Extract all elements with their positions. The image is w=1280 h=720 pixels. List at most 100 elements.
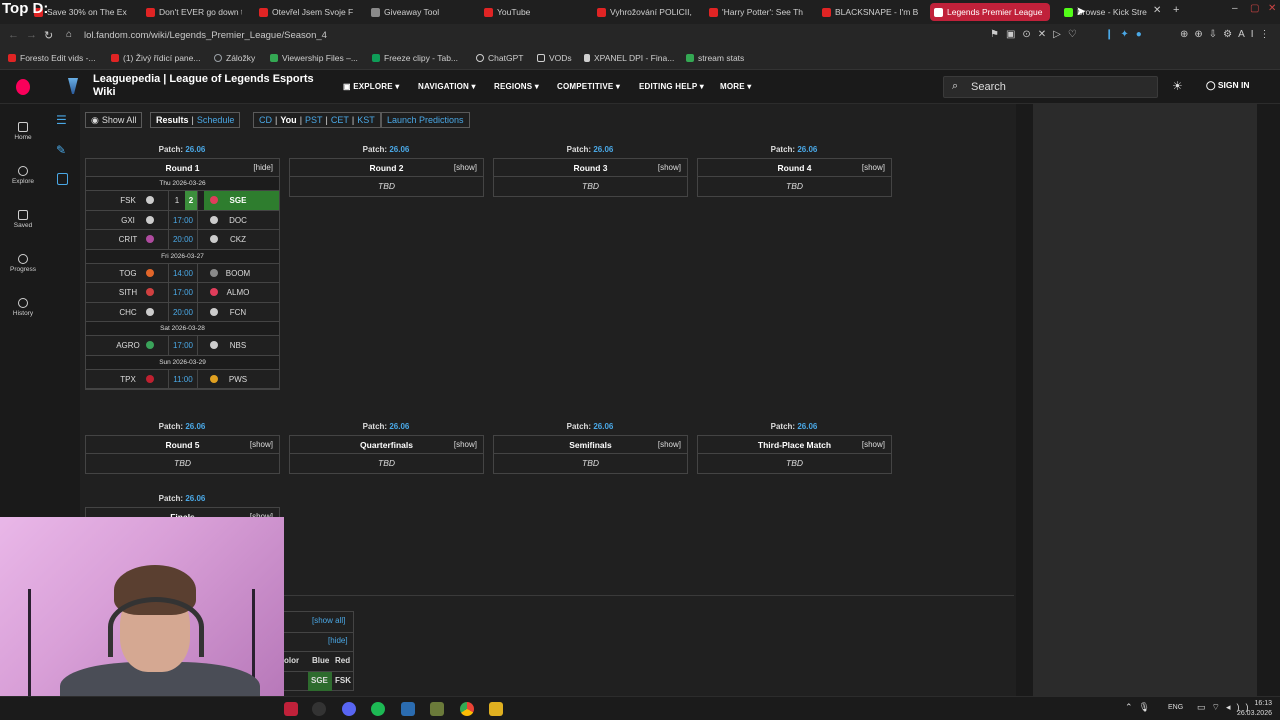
tz-cet[interactable]: CET	[331, 115, 349, 125]
tz-kst[interactable]: KST	[357, 115, 375, 125]
nav-explore[interactable]: ▣ EXPLORE ▾	[343, 82, 399, 91]
match-row[interactable]: GXI 17:00 DOC	[86, 210, 279, 230]
show-all-button[interactable]: ◉ Show All	[85, 112, 143, 128]
match-row[interactable]: CRIT 20:00 CKZ	[86, 230, 279, 250]
team-1[interactable]: CRIT	[106, 235, 150, 244]
new-tab-icon[interactable]: +	[1173, 4, 1179, 16]
forward-icon[interactable]: →	[26, 29, 37, 41]
show-toggle[interactable]: [show]	[454, 159, 477, 177]
tab[interactable]: BLACKSNAPE - I'm Bl	[818, 3, 918, 21]
tab[interactable]: Don't EVER go down t	[142, 3, 242, 21]
show-toggle[interactable]: [show]	[658, 159, 681, 177]
results-label[interactable]: Results	[156, 115, 189, 125]
tab[interactable]: 'Harry Potter': See Th	[705, 3, 805, 21]
rail-explore[interactable]: Explore	[0, 166, 46, 185]
hide-toggle[interactable]: [hide]	[328, 636, 348, 645]
team-1[interactable]: SITH	[106, 288, 150, 297]
bookmark[interactable]: stream stats	[686, 53, 744, 63]
sheets-icon[interactable]	[430, 702, 444, 716]
bookmark-page-icon[interactable]	[57, 173, 68, 185]
fandom-logo-icon[interactable]	[16, 79, 30, 95]
minimize-icon[interactable]: –	[1232, 3, 1238, 14]
team-2[interactable]: DOC	[218, 216, 258, 225]
close-icon[interactable]: ✕	[1153, 5, 1161, 16]
timezone-selector[interactable]: CD | You | PST | CET | KST	[253, 112, 381, 128]
nav-more[interactable]: MORE ▾	[720, 82, 751, 91]
nav-navigation[interactable]: NAVIGATION ▾	[418, 82, 476, 91]
team-1[interactable]: TOG	[106, 269, 150, 278]
team-1[interactable]: CHC	[106, 308, 150, 317]
hide-toggle[interactable]: [hide]	[253, 159, 273, 177]
bookmark[interactable]: Viewership Files –...	[270, 53, 358, 63]
match-row[interactable]: CHC 20:00 FCN	[86, 302, 279, 322]
site-title[interactable]: Leaguepedia | League of Legends Esports …	[93, 73, 333, 99]
team-1[interactable]: GXI	[106, 216, 150, 225]
site-info-icon[interactable]: ⌂	[66, 29, 72, 40]
reload-icon[interactable]: ↻	[44, 29, 53, 42]
url-field[interactable]: lol.fandom.com/wiki/Legends_Premier_Leag…	[84, 30, 327, 41]
match-row[interactable]: TPX 11:00 PWS	[86, 369, 279, 389]
bookmark[interactable]: Freeze clipy - Tab...	[372, 53, 458, 63]
sign-in-button[interactable]: ◯ SIGN IN	[1206, 80, 1250, 91]
folder-icon[interactable]	[401, 702, 415, 716]
chrome-icon[interactable]	[460, 702, 474, 716]
bookmark[interactable]: XPANEL DPI - Fina...	[584, 53, 674, 63]
schedule-label[interactable]: Schedule	[197, 115, 235, 125]
extensions-icon[interactable]: ⚑▣⊙✕▷♡	[990, 29, 1084, 40]
match-row[interactable]: AGRO 17:00 NBS	[86, 336, 279, 356]
nav-editing-help[interactable]: EDITING HELP ▾	[639, 82, 704, 91]
tz-cd[interactable]: CD	[259, 115, 272, 125]
window-close-icon[interactable]: ✕	[1268, 3, 1276, 14]
discord-icon[interactable]	[342, 702, 356, 716]
bookmark[interactable]: ChatGPT	[476, 53, 523, 63]
show-toggle[interactable]: [show]	[862, 159, 885, 177]
obs-icon[interactable]	[312, 702, 326, 716]
profile-icons[interactable]: ⊕⊕⇩⚙AI⋮	[1180, 29, 1276, 40]
team-2[interactable]: FCN	[218, 308, 258, 317]
show-toggle[interactable]: [show]	[658, 436, 681, 454]
language-indicator[interactable]: ENG	[1168, 704, 1183, 711]
rail-home[interactable]: Home	[0, 122, 46, 141]
tab[interactable]: YouTube	[480, 3, 580, 21]
rail-progress[interactable]: Progress	[0, 254, 46, 273]
team-1[interactable]: FSK	[106, 196, 150, 205]
tab-active[interactable]: Legends Premier League	[930, 3, 1050, 21]
rail-saved[interactable]: Saved	[0, 210, 46, 229]
tab[interactable]: Otevřel Jsem Svoje F	[255, 3, 355, 21]
team-2[interactable]: BOOM	[218, 269, 258, 278]
file-explorer-icon[interactable]	[489, 702, 503, 716]
toolbar-icons[interactable]: ❙✦●	[1105, 29, 1149, 40]
tz-pst[interactable]: PST	[305, 115, 323, 125]
search-input[interactable]: ⌕ Search	[943, 76, 1158, 98]
edit-icon[interactable]: ✎	[56, 143, 66, 157]
spotify-icon[interactable]	[371, 702, 385, 716]
team-1[interactable]: TPX	[106, 375, 150, 384]
tab[interactable]: Browse - Kick Stre	[1060, 3, 1155, 21]
show-toggle[interactable]: [show]	[454, 436, 477, 454]
team-2[interactable]: PWS	[218, 375, 258, 384]
results-schedule-toggle[interactable]: Results | Schedule	[150, 112, 241, 128]
show-all-toggle[interactable]: [show all]	[312, 616, 345, 625]
maximize-icon[interactable]: ▢	[1250, 3, 1259, 14]
launch-predictions-button[interactable]: Launch Predictions	[381, 112, 470, 128]
back-icon[interactable]: ←	[8, 29, 19, 41]
theme-toggle-icon[interactable]: ☀	[1172, 79, 1183, 93]
match-row[interactable]: SITH 17:00 ALMO	[86, 283, 279, 303]
nav-regions[interactable]: REGIONS ▾	[494, 82, 539, 91]
match-row[interactable]: TOG 14:00 BOOM	[86, 263, 279, 283]
bookmark[interactable]: (1) Živý řídicí pane...	[111, 53, 200, 63]
match-row[interactable]: FSK 1 2 SGE	[86, 191, 279, 211]
toc-icon[interactable]: ☰	[56, 113, 67, 127]
bookmark[interactable]: VODs	[537, 53, 572, 63]
taskbar-app-icon[interactable]	[284, 702, 298, 716]
rail-history[interactable]: History	[0, 298, 46, 317]
bookmark[interactable]: Záložky	[214, 53, 255, 63]
show-toggle[interactable]: [show]	[862, 436, 885, 454]
bookmark[interactable]: Foresto Edit vids -...	[8, 53, 96, 63]
team-1[interactable]: AGRO	[106, 341, 150, 350]
team-2[interactable]: NBS	[218, 341, 258, 350]
tab[interactable]: Giveaway Tool	[367, 3, 467, 21]
nav-competitive[interactable]: COMPETITIVE ▾	[557, 82, 620, 91]
clock[interactable]: 16:13 26.03.2026	[1237, 699, 1272, 719]
show-toggle[interactable]: [show]	[250, 436, 273, 454]
